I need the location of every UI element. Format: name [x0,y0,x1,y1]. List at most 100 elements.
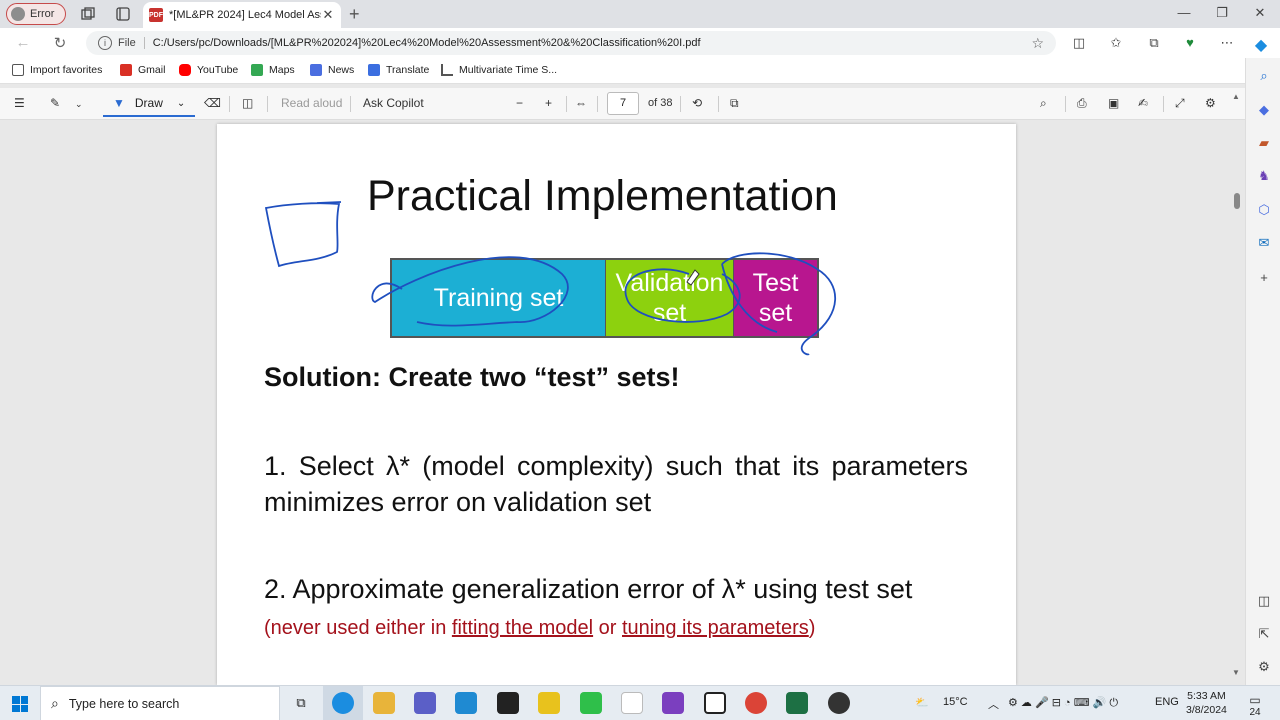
point-2-note: (never used either in fitting the model … [264,617,816,639]
url-scheme-label: File [118,37,145,49]
copilot-icon[interactable]: ◆ [1252,35,1270,55]
visual-studio-icon[interactable] [662,692,684,714]
address-bar: ← ↻ i File C:/Users/pc/Downloads/[ML&PR%… [0,28,1280,58]
close-tab-icon[interactable]: ✕ [321,7,335,23]
tray-expand-icon[interactable]: ︿ [988,696,999,712]
favorites-icon[interactable]: ✩ [1107,35,1125,51]
file-explorer-icon[interactable] [373,692,395,714]
outlook-icon[interactable]: ✉ [1256,235,1272,251]
workspaces-icon[interactable] [80,6,96,22]
edge-app-icon[interactable] [332,692,354,714]
excel-icon[interactable] [786,692,808,714]
save-as-icon[interactable]: ✍ [1138,96,1148,110]
page-view-icon[interactable]: ⧉ [730,96,739,111]
bookmark-maps[interactable]: Maps [251,64,295,76]
validation-set-block: Validation set [606,260,734,336]
zoom-in-icon[interactable]: + [545,96,552,110]
ask-copilot-button[interactable]: Ask Copilot [363,96,424,110]
add-app-icon[interactable]: + [1256,270,1272,286]
pdf-icon: PDF [149,8,163,22]
close-window-icon[interactable]: ✕ [1250,5,1270,21]
windows-start-icon[interactable] [12,696,28,712]
reading-view-icon[interactable]: ◫ [242,96,253,110]
divider [680,96,681,112]
sidebar-settings-icon[interactable]: ⚙ [1256,659,1272,675]
taskbar-search[interactable]: ⌕ Type here to search [40,686,280,720]
vscode-icon[interactable] [455,692,477,714]
maximize-icon[interactable]: ❐ [1212,5,1232,21]
bookmark-gmail[interactable]: Gmail [120,64,165,76]
highlight-chevron-icon[interactable]: ⌄ [75,99,83,110]
news-icon [310,64,322,76]
fullscreen-icon[interactable]: ⤢ [1175,96,1185,111]
point-1: 1. Select λ* (model complexity) such tha… [264,451,968,517]
tab-title: *[ML&PR 2024] Lec4 Model Asse [169,9,321,21]
games-icon[interactable]: ♞ [1256,168,1272,184]
notepad-icon[interactable] [621,692,643,714]
more-menu-icon[interactable]: ⋯ [1218,35,1236,51]
bookmarks-bar: Import favorites Gmail YouTube Maps News… [0,58,1280,84]
print-icon[interactable]: ⎙ [1077,96,1087,111]
zoom-out-icon[interactable]: − [516,96,523,110]
language-indicator[interactable]: ENG [1155,696,1179,708]
refresh-icon[interactable]: ↻ [50,34,70,52]
scroll-down-icon[interactable]: ▼ [1232,668,1240,677]
taskbar: ⌕ Type here to search ⧉ ⛅ 15°C ︿ ⚙ ☁ 🎤 ⊟… [0,685,1280,720]
contents-icon[interactable]: ☰ [14,96,25,110]
page-number-input[interactable]: 7 [607,92,639,115]
scroll-up-icon[interactable]: ▲ [1232,92,1240,101]
notion-icon[interactable] [704,692,726,714]
search-icon[interactable]: ⌕ [1040,96,1047,111]
tools-icon[interactable]: ▰ [1256,135,1272,151]
minimize-icon[interactable]: — [1174,5,1194,20]
settings-gear-icon[interactable]: ⚙ [1205,96,1216,110]
power-bi-icon[interactable] [538,692,560,714]
pycharm-icon[interactable] [580,692,602,714]
collections-icon[interactable]: ⧉ [1145,35,1163,51]
intellij-icon[interactable] [497,692,519,714]
back-icon[interactable]: ← [13,34,33,51]
point-2: 2. Approximate generalization error of λ… [264,571,968,646]
obs-icon[interactable] [828,692,850,714]
bookmark-multivariate[interactable]: Multivariate Time S... [441,64,557,76]
profile-button[interactable]: Error [6,3,66,25]
scrollbar-thumb[interactable] [1234,193,1240,209]
read-aloud-button[interactable]: Read aloud [281,96,342,110]
weather-icon[interactable]: ⛅ [915,696,929,709]
search-icon[interactable]: ⌕ [1256,68,1272,84]
save-icon[interactable]: ▣ [1108,96,1119,110]
new-tab-button[interactable]: + [349,4,360,25]
split-screen-icon[interactable]: ◫ [1070,35,1088,51]
chrome-icon[interactable] [745,692,767,714]
info-icon[interactable]: i [98,36,112,50]
bookmark-import-favorites[interactable]: Import favorites [12,64,102,76]
tab-actions-icon[interactable] [115,6,131,22]
draw-button[interactable]: ▼ Draw ⌄ [103,91,195,117]
folder-icon [12,64,24,76]
notification-icon: ▭ [1249,693,1261,707]
eraser-icon[interactable]: ⌫ [204,96,221,110]
task-view-icon[interactable]: ⧉ [290,692,312,714]
microsoft365-icon[interactable]: ⬡ [1256,202,1272,218]
shopping-icon[interactable]: ◆ [1256,102,1272,118]
fit-page-icon[interactable]: ⇔ [575,96,587,110]
pdf-page: Practical Implementation Training set Va… [217,124,1016,685]
clock[interactable]: 5:33 AM 3/8/2024 [1186,689,1227,717]
sidebar-layout-icon[interactable]: ◫ [1256,593,1272,609]
rotate-icon[interactable]: ⟲ [692,96,702,110]
bookmark-news[interactable]: News [310,64,354,76]
notification-center[interactable]: ▭ 24 [1243,693,1267,718]
teams-icon[interactable] [414,692,436,714]
bookmark-youtube[interactable]: YouTube [179,64,238,76]
highlight-icon[interactable]: ✎ [50,96,60,110]
divider [597,96,598,112]
browser-essentials-icon[interactable]: ♥ [1181,35,1199,50]
external-link-icon[interactable]: ⇱ [1256,626,1272,642]
tab-pdf[interactable]: PDF *[ML&PR 2024] Lec4 Model Asse ✕ [143,2,341,28]
weather-temperature[interactable]: 15°C [943,696,968,708]
tray-app-icons[interactable]: ⚙ ☁ 🎤 ⊟ ◔ ⌨ 🔊 ⏻ [1008,696,1118,710]
chevron-down-icon[interactable]: ⌄ [177,98,185,109]
url-field[interactable]: i File C:/Users/pc/Downloads/[ML&PR%2020… [86,31,1056,55]
bookmark-translate[interactable]: Translate [368,64,429,76]
favorite-star-icon[interactable]: ☆ [1031,35,1044,52]
